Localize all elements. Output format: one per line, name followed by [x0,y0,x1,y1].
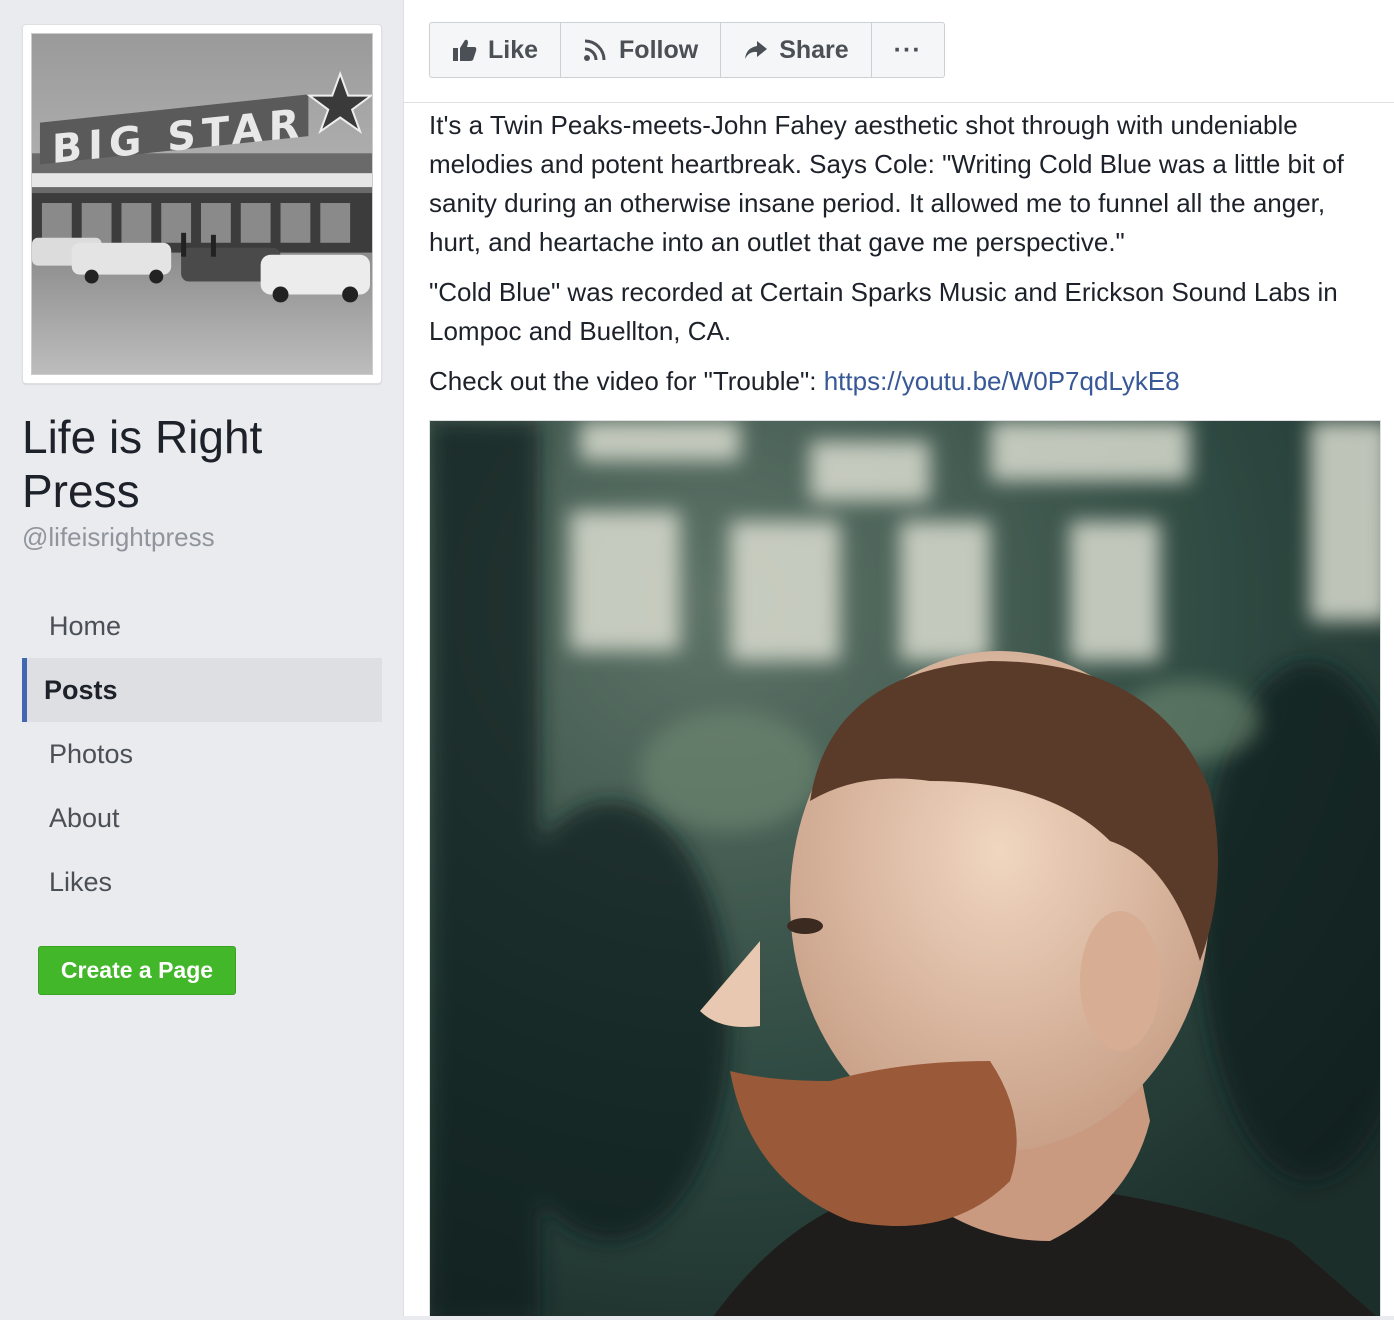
post-paragraph-1: It's a Twin Peaks-meets-John Fahey aesth… [429,110,1344,257]
bottom-edge [0,1316,1394,1320]
thumbs-up-icon [452,38,478,62]
nav-item-photos[interactable]: Photos [22,722,382,786]
share-arrow-icon [743,38,769,62]
page-nav: Home Posts Photos About Likes [22,594,382,914]
page-handle[interactable]: @lifeisrightpress [22,522,215,553]
more-dots-icon: ··· [893,35,922,64]
portrait-photo [430,421,1380,1319]
nav-item-likes[interactable]: Likes [22,850,382,914]
profile-picture[interactable]: BIG STAR [31,33,373,375]
like-button[interactable]: Like [430,23,562,77]
page-action-bar: Like Follow Share ··· [429,22,945,78]
youtube-link[interactable]: https://youtu.be/W0P7qdLykE8 [824,366,1180,396]
post-paragraph-3: Check out the video for "Trouble": https… [429,362,1379,401]
post-paragraph-2: "Cold Blue" was recorded at Certain Spar… [429,277,1338,346]
nav-item-home[interactable]: Home [22,594,382,658]
share-button[interactable]: Share [721,23,872,77]
post-paragraph-3-text: Check out the video for "Trouble": [429,366,824,396]
nav-item-about[interactable]: About [22,786,382,850]
nav-item-posts[interactable]: Posts [22,658,382,722]
left-sidebar: BIG STAR Life is Right Press @lifeisrigh… [0,0,404,1320]
create-page-button[interactable]: Create a Page [38,946,236,995]
rss-icon [583,38,609,62]
like-label: Like [488,35,539,64]
post-body: It's a Twin Peaks-meets-John Fahey aesth… [429,106,1379,412]
follow-label: Follow [619,35,699,64]
share-label: Share [779,35,849,64]
post-photo[interactable] [429,420,1381,1320]
profile-picture-frame[interactable]: BIG STAR [22,24,382,384]
more-options-button[interactable]: ··· [872,23,944,77]
header-divider [404,102,1394,103]
follow-button[interactable]: Follow [561,23,722,77]
page-name[interactable]: Life is Right Press [22,410,382,518]
